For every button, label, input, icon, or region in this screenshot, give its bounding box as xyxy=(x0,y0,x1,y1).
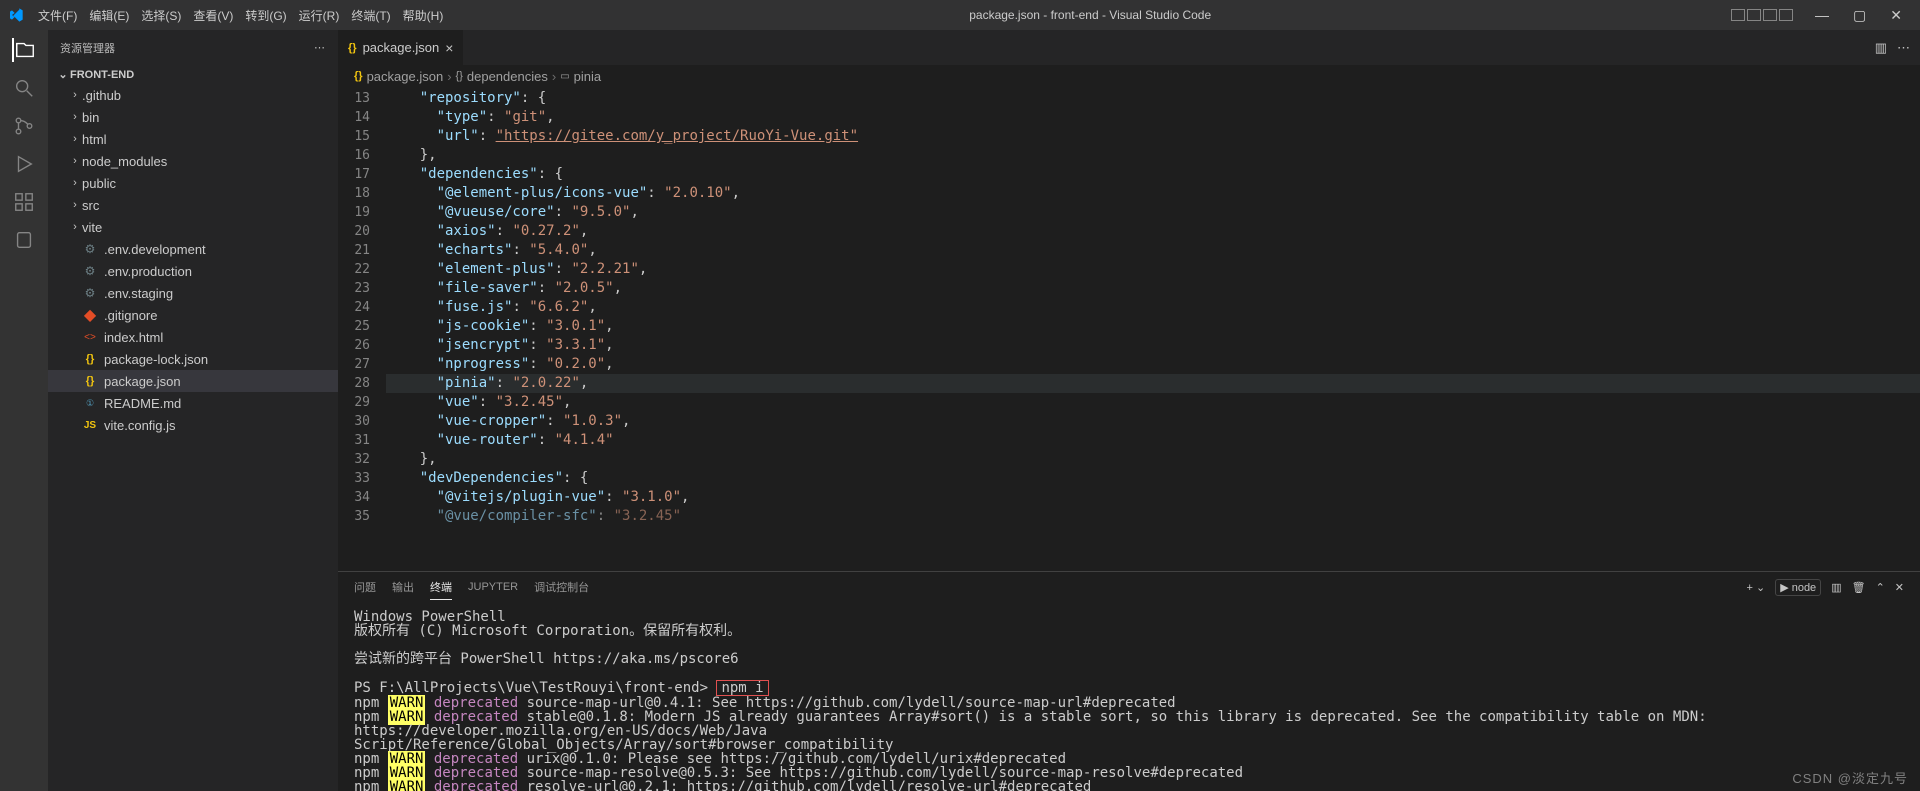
minimize-button[interactable]: — xyxy=(1805,7,1839,23)
sidebar-header: 资源管理器 ⋯ xyxy=(48,30,338,65)
tree-item-.gitignore[interactable]: ◆.gitignore xyxy=(48,304,338,326)
menu-select[interactable]: 选择(S) xyxy=(135,7,187,24)
chevron-right-icon: › xyxy=(552,69,556,84)
json-icon: {} xyxy=(348,42,357,54)
panel: 问题 输出 终端 JUPYTER 调试控制台 + ⌄ ▶ node ▥ 🗑 ⌃ … xyxy=(338,571,1920,791)
md-icon: ① xyxy=(82,395,98,411)
tree-item-package-lock.json[interactable]: {}package-lock.json xyxy=(48,348,338,370)
tab-label: package.json xyxy=(363,40,440,55)
bc-item[interactable]: pinia xyxy=(574,69,601,84)
ptab-jupyter[interactable]: JUPYTER xyxy=(468,577,518,597)
bc-item[interactable]: package.json xyxy=(367,69,444,84)
layout-icons[interactable] xyxy=(1731,9,1793,21)
explorer-icon[interactable] xyxy=(12,38,36,62)
scm-icon[interactable] xyxy=(12,114,36,138)
json-icon: {} xyxy=(456,70,463,82)
string-icon: ▭ xyxy=(560,71,569,82)
html-icon: <> xyxy=(82,329,98,345)
split-editor-icon[interactable]: ▥ xyxy=(1875,40,1887,56)
file-tree: ›.github›bin›html›node_modules›public›sr… xyxy=(48,84,338,436)
debug-icon[interactable] xyxy=(12,152,36,176)
menu-terminal[interactable]: 终端(T) xyxy=(345,7,396,24)
close-panel-icon[interactable]: ✕ xyxy=(1895,581,1904,594)
tab-package-json[interactable]: {} package.json × xyxy=(338,30,464,65)
panel-tabs: 问题 输出 终端 JUPYTER 调试控制台 + ⌄ ▶ node ▥ 🗑 ⌃ … xyxy=(338,572,1920,602)
watermark: CSDN @淡定九号 xyxy=(1792,768,1908,787)
ptab-debug[interactable]: 调试控制台 xyxy=(534,575,589,599)
gear-icon: ⚙ xyxy=(82,285,98,301)
ptab-output[interactable]: 输出 xyxy=(392,575,414,599)
json-icon: {} xyxy=(82,373,98,389)
tree-item-node_modules[interactable]: ›node_modules xyxy=(48,150,338,172)
menu-help[interactable]: 帮助(H) xyxy=(397,7,450,24)
maximize-button[interactable]: ▢ xyxy=(1843,7,1876,24)
breadcrumb[interactable]: {} package.json › {} dependencies › ▭ pi… xyxy=(338,65,1920,87)
line-gutter: 1314151617181920212223242526272829303132… xyxy=(338,87,386,571)
tabs-row: {} package.json × ▥ ⋯ xyxy=(338,30,1920,65)
code-lines[interactable]: "repository": { "type": "git", "url": "h… xyxy=(386,87,1920,571)
menu-edit[interactable]: 编辑(E) xyxy=(83,7,135,24)
shell-selector[interactable]: ▶ node xyxy=(1775,579,1821,596)
code-editor[interactable]: 1314151617181920212223242526272829303132… xyxy=(338,87,1920,571)
close-button[interactable]: ✕ xyxy=(1880,7,1912,24)
window-controls: — ▢ ✕ xyxy=(1805,7,1912,24)
search-icon[interactable] xyxy=(12,76,36,100)
root-label: FRONT-END xyxy=(70,69,134,81)
split-terminal-icon[interactable]: ▥ xyxy=(1831,581,1841,594)
tree-item-bin[interactable]: ›bin xyxy=(48,106,338,128)
tree-item-index.html[interactable]: <>index.html xyxy=(48,326,338,348)
kill-terminal-icon[interactable]: 🗑 xyxy=(1852,581,1866,594)
tab-actions: ▥ ⋯ xyxy=(1875,40,1920,56)
window-title: package.json - front-end - Visual Studio… xyxy=(449,8,1731,22)
tree-item-vite[interactable]: ›vite xyxy=(48,216,338,238)
tree-item-package.json[interactable]: {}package.json xyxy=(48,370,338,392)
folder-root[interactable]: ⌄ FRONT-END xyxy=(48,65,338,84)
chevron-down-icon: ⌄ xyxy=(56,68,70,81)
tree-item-README.md[interactable]: ①README.md xyxy=(48,392,338,414)
menu-run[interactable]: 运行(R) xyxy=(293,7,346,24)
tree-item-.env.development[interactable]: ⚙.env.development xyxy=(48,238,338,260)
tree-item-src[interactable]: ›src xyxy=(48,194,338,216)
gear-icon: ⚙ xyxy=(82,263,98,279)
maximize-panel-icon[interactable]: ⌃ xyxy=(1876,581,1885,594)
sidebar-title: 资源管理器 xyxy=(60,40,115,56)
tree-item-.github[interactable]: ›.github xyxy=(48,84,338,106)
git-icon: ◆ xyxy=(82,307,98,323)
terminal[interactable]: Windows PowerShell版权所有 (C) Microsoft Cor… xyxy=(338,602,1920,791)
menu-file[interactable]: 文件(F) xyxy=(32,7,83,24)
json-icon: {} xyxy=(354,70,363,82)
menu-view[interactable]: 查看(V) xyxy=(187,7,239,24)
js-icon: JS xyxy=(82,417,98,433)
gear-icon: ⚙ xyxy=(82,241,98,257)
ptab-terminal[interactable]: 终端 xyxy=(430,575,452,600)
sidebar-more-icon[interactable]: ⋯ xyxy=(314,41,326,54)
chevron-right-icon: › xyxy=(447,69,451,84)
bc-item[interactable]: dependencies xyxy=(467,69,548,84)
sidebar: 资源管理器 ⋯ ⌄ FRONT-END ›.github›bin›html›no… xyxy=(48,30,338,791)
close-icon[interactable]: × xyxy=(445,40,453,56)
menu-bar: 文件(F) 编辑(E) 选择(S) 查看(V) 转到(G) 运行(R) 终端(T… xyxy=(0,0,1920,30)
tree-item-html[interactable]: ›html xyxy=(48,128,338,150)
tree-item-.env.production[interactable]: ⚙.env.production xyxy=(48,260,338,282)
extensions-icon[interactable] xyxy=(12,190,36,214)
menu-goto[interactable]: 转到(G) xyxy=(239,7,292,24)
tree-item-vite.config.js[interactable]: JSvite.config.js xyxy=(48,414,338,436)
vscode-icon xyxy=(8,7,24,23)
tree-item-.env.staging[interactable]: ⚙.env.staging xyxy=(48,282,338,304)
ptab-problems[interactable]: 问题 xyxy=(354,575,376,599)
tab-more-icon[interactable]: ⋯ xyxy=(1897,40,1910,56)
activity-bar xyxy=(0,30,48,791)
json-icon: {} xyxy=(82,351,98,367)
accounts-icon[interactable] xyxy=(12,228,36,252)
tree-item-public[interactable]: ›public xyxy=(48,172,338,194)
new-terminal-icon[interactable]: + ⌄ xyxy=(1746,581,1765,594)
editor-area: {} package.json × ▥ ⋯ {} package.json › … xyxy=(338,30,1920,791)
